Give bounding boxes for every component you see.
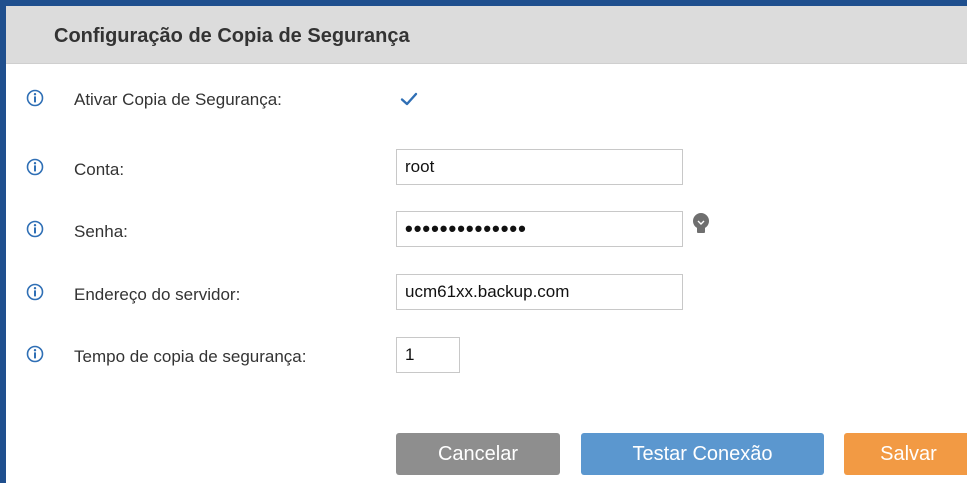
password-label: Senha: — [74, 222, 128, 241]
panel-title: Configuração de Copia de Segurança — [6, 6, 967, 64]
account-input[interactable]: root — [396, 149, 683, 185]
server-address-input[interactable]: ucm61xx.backup.com — [396, 274, 683, 310]
cancel-button[interactable]: Cancelar — [396, 433, 560, 475]
info-icon[interactable] — [26, 220, 44, 238]
lightbulb-icon[interactable] — [690, 212, 712, 236]
info-icon[interactable] — [26, 283, 44, 301]
server-address-label: Endereço do servidor: — [74, 285, 241, 304]
test-connection-button[interactable]: Testar Conexão — [581, 433, 824, 475]
backup-config-panel: Configuração de Copia de Segurança Ativa… — [0, 0, 967, 483]
save-button[interactable]: Salvar — [844, 433, 967, 475]
backup-time-label: Tempo de copia de segurança: — [74, 347, 307, 366]
account-label: Conta: — [74, 160, 125, 179]
enable-backup-checkbox[interactable] — [398, 88, 420, 110]
backup-time-input[interactable]: 1 — [396, 337, 460, 373]
enable-backup-label: Ativar Copia de Segurança: — [74, 90, 282, 109]
password-input[interactable]: •••••••••••••• — [396, 211, 683, 247]
info-icon[interactable] — [26, 345, 44, 363]
checkmark-icon — [400, 92, 418, 106]
info-icon[interactable] — [26, 158, 44, 176]
info-icon[interactable] — [26, 89, 44, 107]
